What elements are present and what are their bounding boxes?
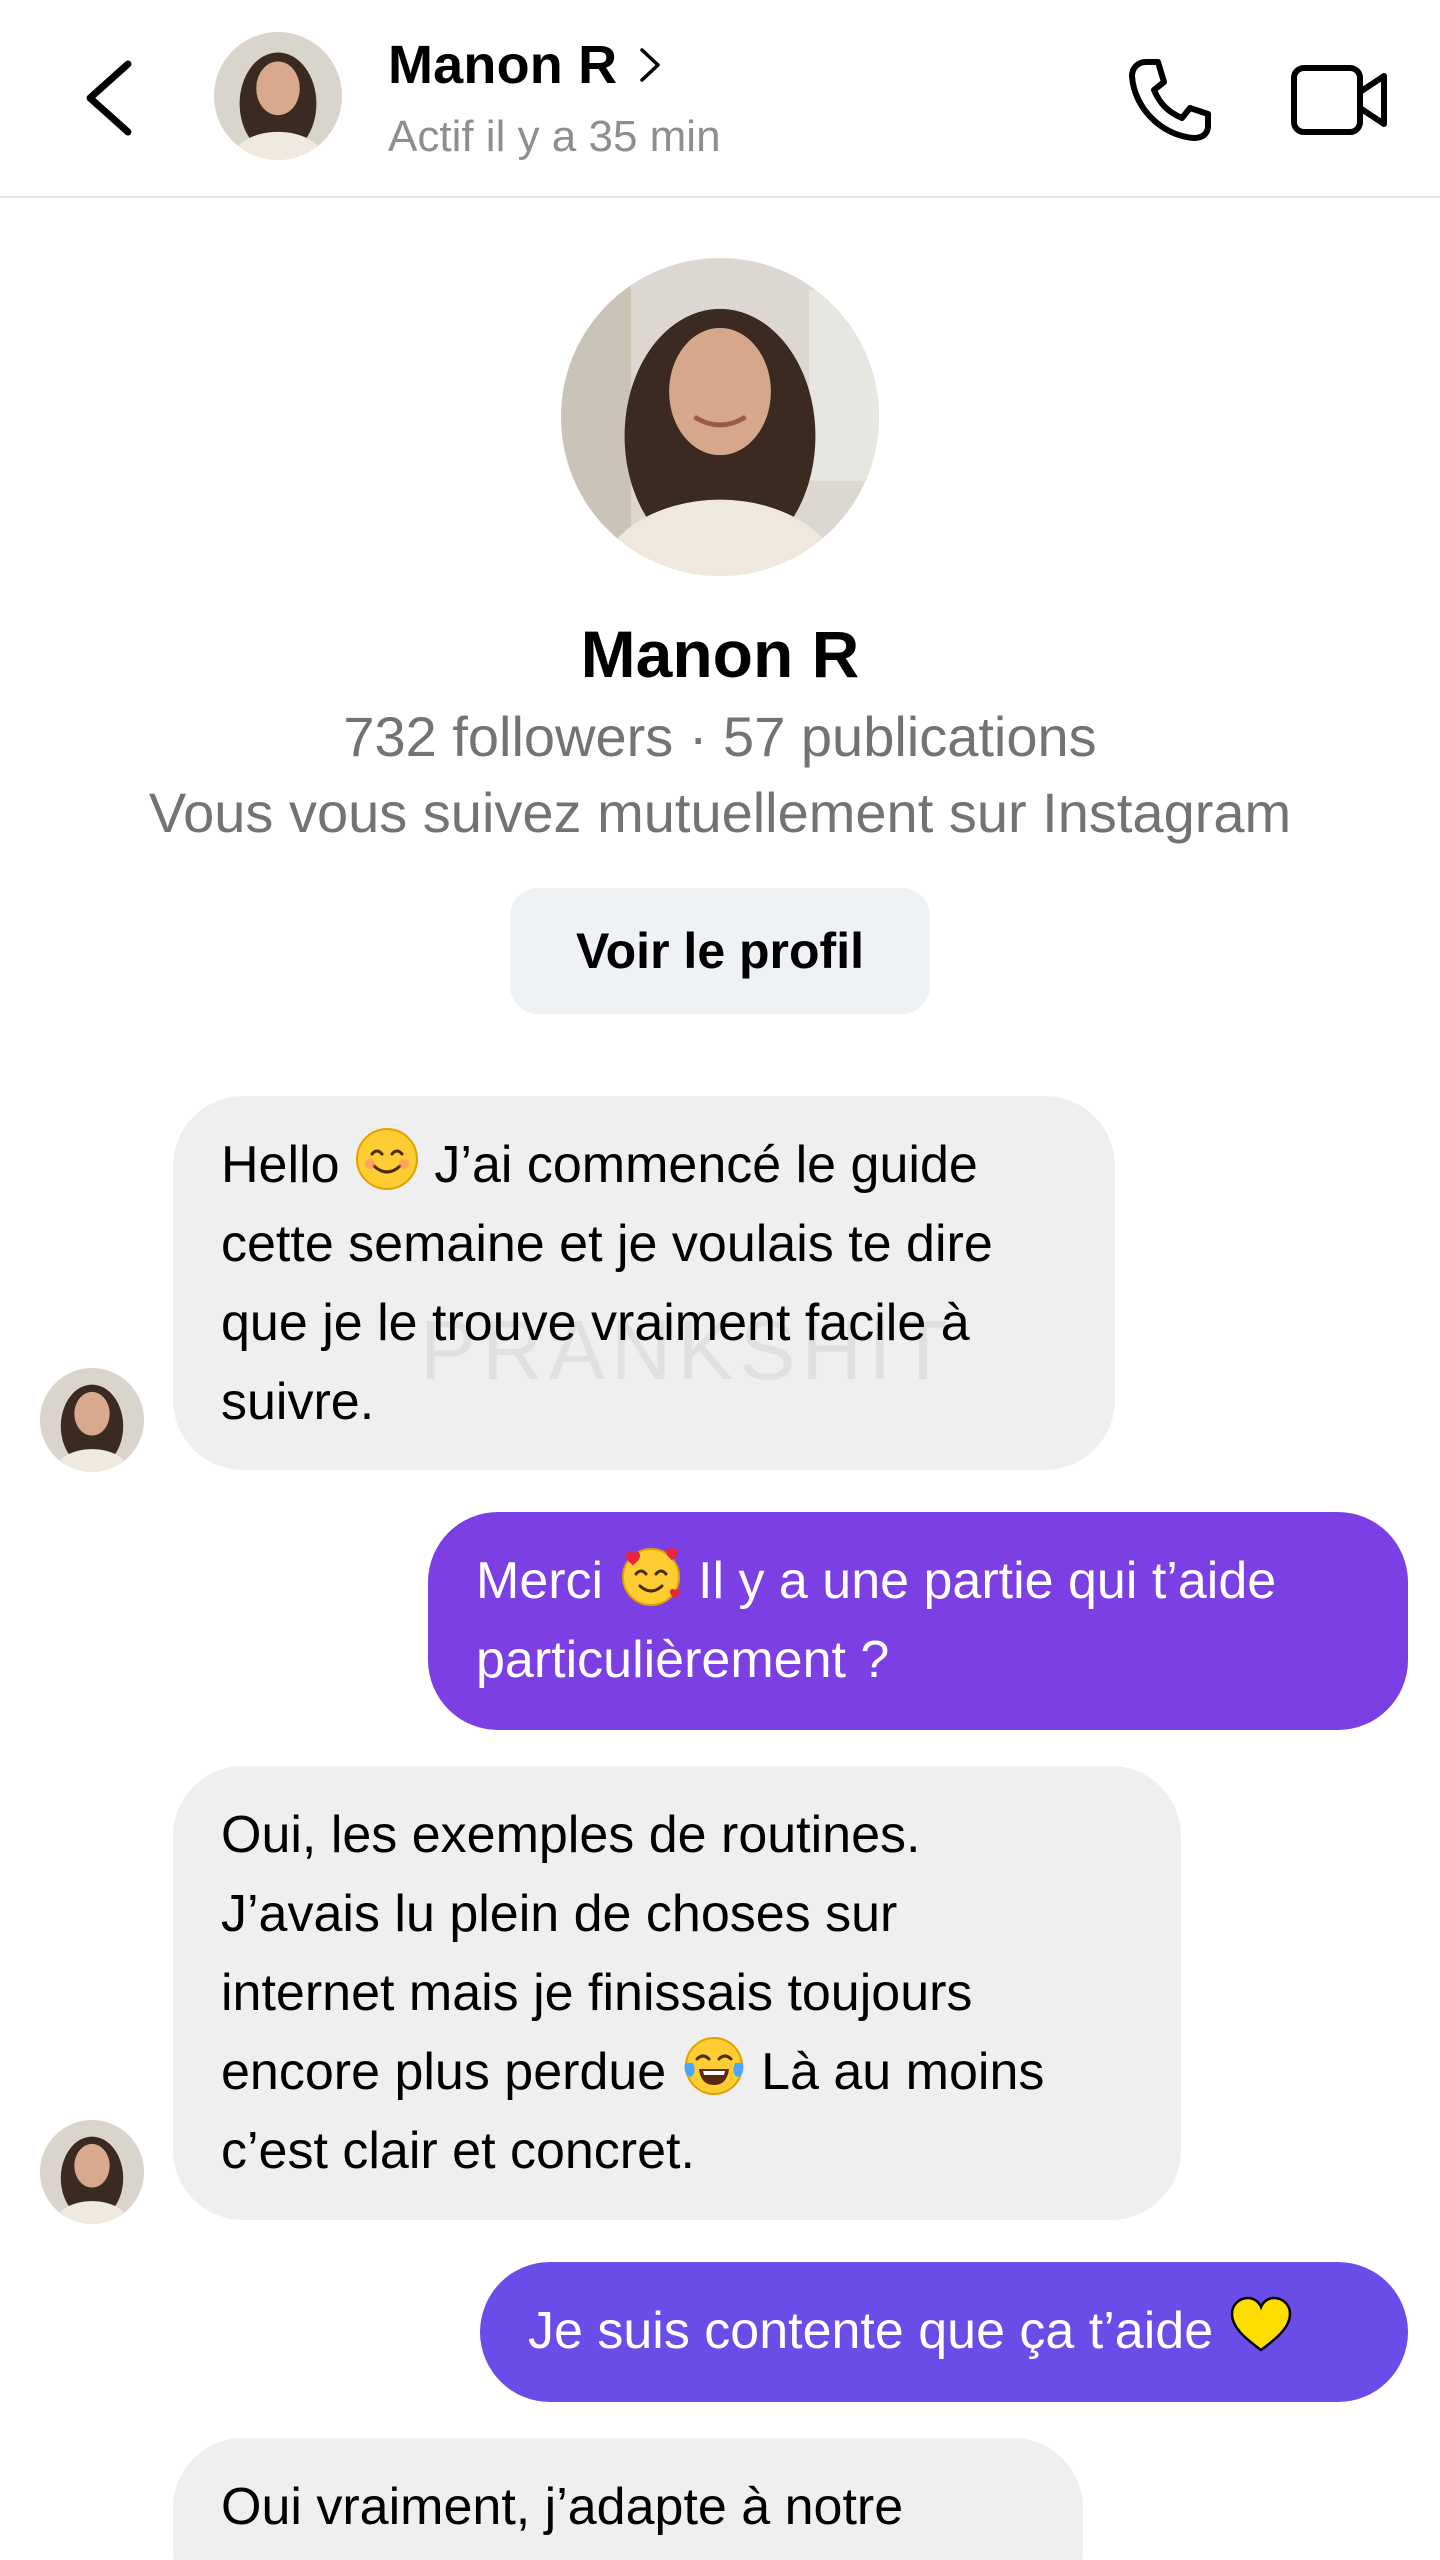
avatar-photo bbox=[214, 32, 342, 160]
activity-status: Actif il y a 35 min bbox=[388, 112, 721, 161]
yellow-heart-emoji-icon bbox=[1228, 2292, 1294, 2358]
phone-icon bbox=[1129, 59, 1211, 141]
avatar[interactable] bbox=[214, 32, 342, 160]
mutual-follow-text: Vous vous suivez mutuellement sur Instag… bbox=[148, 781, 1292, 844]
message-line: Oui vraiment, j’adapte à notre bbox=[221, 2478, 904, 2536]
message-line: J’avais lu plein de choses sur bbox=[221, 1885, 898, 1943]
message-bubble-incoming[interactable]: Oui vraiment, j’adapte à notre bbox=[173, 2438, 1083, 2560]
view-profile-button[interactable]: Voir le profil bbox=[510, 888, 930, 1014]
message-line: que je le trouve vraiment facile à bbox=[221, 1294, 970, 1352]
message-text: Là au moins bbox=[746, 2043, 1045, 2101]
chevron-right-icon bbox=[640, 48, 661, 82]
avatar-photo bbox=[40, 1368, 144, 1472]
profile-stats: 732 followers · 57 publications bbox=[343, 705, 1097, 768]
message-line: Merci Il y a une partie qui t’aide bbox=[476, 1542, 1360, 1621]
message-text: J’ai commencé le guide bbox=[419, 1136, 978, 1194]
message-text: encore plus perdue bbox=[221, 2043, 681, 2101]
message-bubble-outgoing[interactable]: Je suis contente que ça t’aide bbox=[480, 2262, 1408, 2402]
chat-header: Manon R Actif il y a 35 min bbox=[0, 0, 1440, 198]
smiling-face-with-hearts-emoji-icon bbox=[618, 1542, 684, 1608]
message-line: particulièrement ? bbox=[476, 1631, 890, 1689]
message-bubble-incoming[interactable]: Oui, les exemples de routines. J’avais l… bbox=[173, 1766, 1181, 2220]
message-line: Oui, les exemples de routines. bbox=[221, 1806, 921, 1864]
message-bubble-incoming[interactable]: Hello J’ai commencé le guide cette semai… bbox=[173, 1096, 1115, 1470]
message-text: Hello bbox=[221, 1136, 354, 1194]
profile-photo bbox=[561, 258, 879, 576]
message-text: Il y a une partie qui t’aide bbox=[683, 1552, 1277, 1610]
message-line: Je suis contente que ça t’aide bbox=[528, 2292, 1360, 2371]
back-button[interactable] bbox=[72, 50, 148, 146]
message-line: suivre. bbox=[221, 1373, 375, 1431]
avatar[interactable] bbox=[40, 2120, 144, 2224]
header-name-link[interactable]: Manon R bbox=[388, 30, 663, 100]
avatar-photo bbox=[40, 2120, 144, 2224]
smiling-face-emoji-icon bbox=[354, 1126, 420, 1192]
header-name: Manon R bbox=[388, 35, 618, 95]
video-call-button[interactable] bbox=[1286, 50, 1396, 150]
message-line: internet mais je finissais toujours bbox=[221, 1964, 973, 2022]
chat-screen: Manon R Actif il y a 35 min Manon R 732 … bbox=[0, 0, 1440, 2560]
message-line: c’est clair et concret. bbox=[221, 2122, 695, 2180]
message-bubble-outgoing[interactable]: Merci Il y a une partie qui t’aide parti… bbox=[428, 1512, 1408, 1730]
audio-call-button[interactable] bbox=[1118, 50, 1218, 150]
message-text: Merci bbox=[476, 1552, 618, 1610]
avatar[interactable] bbox=[40, 1368, 144, 1472]
video-camera-icon bbox=[1291, 65, 1387, 135]
tears-of-joy-emoji-icon bbox=[681, 2033, 747, 2099]
chevron-left-icon bbox=[86, 60, 132, 136]
profile-name: Manon R bbox=[580, 617, 860, 691]
message-line: Hello J’ai commencé le guide bbox=[221, 1126, 1067, 1205]
message-line: cette semaine et je voulais te dire bbox=[221, 1215, 993, 1273]
message-text: Je suis contente que ça t’aide bbox=[528, 2302, 1228, 2360]
profile-avatar[interactable] bbox=[561, 258, 879, 576]
message-line: encore plus perdue Là au moins bbox=[221, 2033, 1133, 2112]
